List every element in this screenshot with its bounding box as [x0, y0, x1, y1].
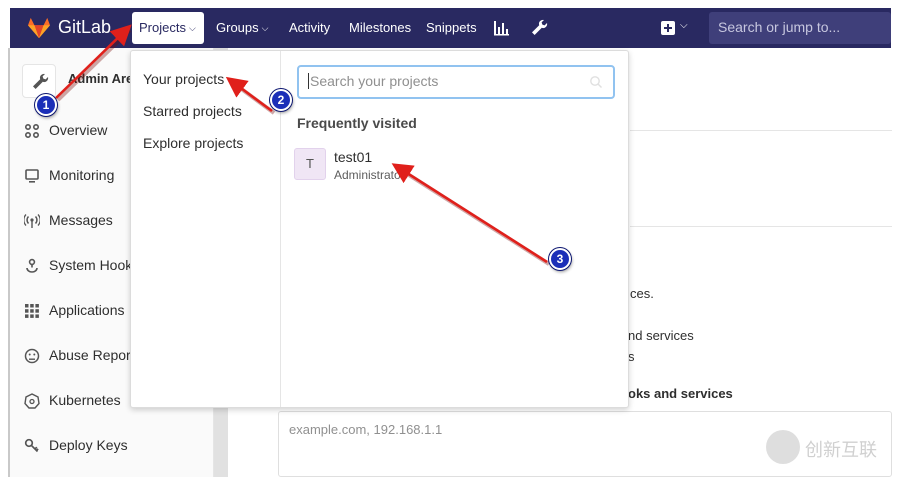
abuse-icon [24, 348, 40, 364]
content-divider [630, 130, 892, 131]
project-avatar[interactable]: T [294, 148, 326, 180]
sidebar-item-label: System Hooks [49, 257, 140, 273]
gitlab-logo-icon[interactable] [26, 17, 52, 39]
snippets-link[interactable]: Snippets [426, 20, 477, 35]
activity-link[interactable]: Activity [289, 20, 330, 35]
sidebar-item-label: Messages [49, 212, 113, 228]
menu-item-your-projects[interactable]: Your projects [143, 71, 224, 87]
overview-icon [24, 123, 40, 139]
sidebar-item-deploy-keys[interactable]: Deploy Keys [24, 431, 214, 461]
hook-icon [26, 258, 38, 273]
navbar-edge [0, 8, 10, 48]
global-search-placeholder: Search or jump to... [718, 19, 841, 35]
project-search-placeholder: Search your projects [310, 73, 439, 89]
screenshot-stage: GitLab Projects ⌵ Groups ⌵ Activity Milest… [0, 0, 901, 477]
chevron-down-icon: ⌵ [188, 23, 196, 33]
search-icon [590, 76, 602, 88]
project-namespace: Administrator [334, 168, 405, 182]
content-divider [630, 226, 892, 227]
global-search-input[interactable]: Search or jump to... [709, 12, 891, 44]
sidebar-item-label: Monitoring [49, 167, 115, 183]
groups-menu-label: Groups [216, 20, 259, 35]
annotation-badge-1: 1 [35, 94, 57, 116]
annotation-badge-3: 3 [549, 248, 571, 270]
key-icon [24, 438, 39, 453]
applications-icon [25, 304, 39, 318]
bar-chart-icon[interactable] [492, 18, 512, 38]
project-name-link[interactable]: test01 [334, 149, 372, 165]
wrench-icon [33, 73, 49, 89]
chevron-down-icon[interactable]: ⌵ [680, 20, 688, 31]
text-cursor [308, 73, 309, 89]
groups-menu-button[interactable]: Groups ⌵ [216, 20, 268, 35]
sidebar-item-label: Overview [49, 122, 108, 138]
content-text-fragment: oks and services [628, 386, 733, 401]
whitelist-placeholder: example.com, 192.168.1.1 [289, 422, 443, 437]
whitelist-textarea[interactable]: example.com, 192.168.1.1 [278, 411, 892, 477]
brand-name[interactable]: GitLab [58, 17, 111, 38]
new-item-plus-icon[interactable] [661, 21, 675, 35]
sidebar-item-label: Kubernetes [49, 392, 121, 408]
admin-area-avatar[interactable] [22, 64, 56, 98]
sidebar-item-label: Applications [49, 302, 125, 318]
menu-item-explore-projects[interactable]: Explore projects [143, 135, 243, 151]
kubernetes-icon [24, 393, 40, 409]
sidebar-item-label: Abuse Reports [49, 347, 142, 363]
watermark-logo-icon [766, 430, 800, 464]
projects-menu-button[interactable]: Projects ⌵ [132, 12, 204, 44]
project-search-input[interactable]: Search your projects [297, 65, 615, 99]
watermark-text: 创新互联 [805, 440, 877, 460]
projects-menu-label: Projects [139, 20, 186, 35]
messages-icon [24, 214, 40, 228]
content-text-fragment: nd services [628, 328, 694, 343]
monitoring-icon [25, 169, 39, 183]
content-text-fragment: ces. [630, 286, 654, 301]
sidebar-item-label: Deploy Keys [49, 437, 128, 453]
frequently-visited-heading: Frequently visited [297, 115, 417, 131]
projects-dropdown: Your projects Starred projects Explore p… [130, 50, 629, 408]
wrench-icon[interactable] [529, 18, 549, 38]
top-navbar: GitLab Projects ⌵ Groups ⌵ Activity Milest… [10, 8, 891, 48]
annotation-badge-2: 2 [270, 89, 292, 111]
chevron-down-icon: ⌵ [261, 23, 269, 33]
milestones-link[interactable]: Milestones [349, 20, 411, 35]
menu-item-starred-projects[interactable]: Starred projects [143, 103, 242, 119]
